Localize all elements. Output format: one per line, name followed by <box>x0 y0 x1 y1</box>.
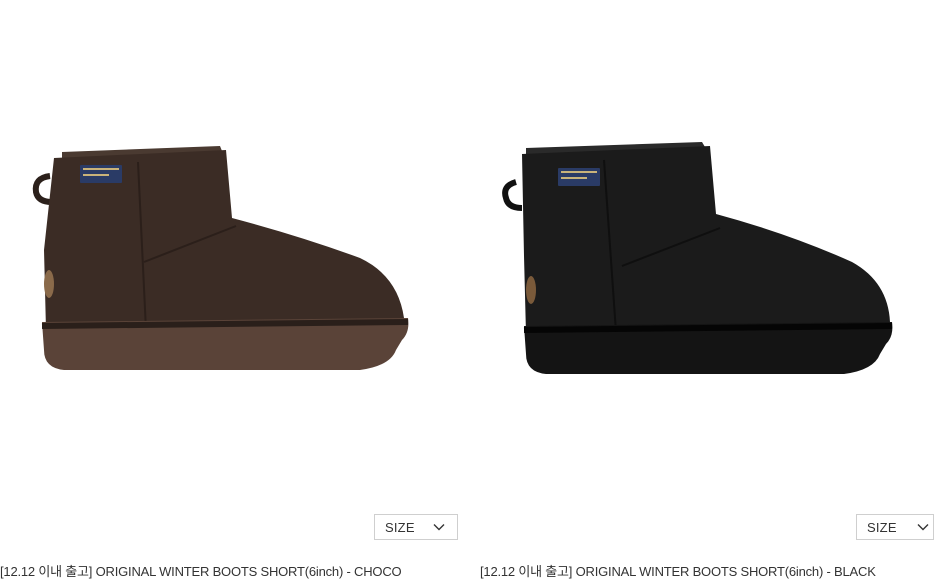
chevron-down-icon <box>917 524 929 531</box>
product-card: SIZE [12.12 이내 출고] ORIGINAL WINTER BOOTS… <box>480 0 934 585</box>
size-select[interactable]: SIZE <box>856 514 934 540</box>
product-image[interactable] <box>0 0 460 505</box>
boot-image <box>502 142 893 374</box>
product-image[interactable] <box>480 0 934 505</box>
product-name-link[interactable]: [12.12 이내 출고] ORIGINAL WINTER BOOTS SHOR… <box>0 561 402 580</box>
product-card: SIZE [12.12 이내 출고] ORIGINAL WINTER BOOTS… <box>0 0 460 585</box>
boot-image <box>32 146 409 370</box>
size-select-label: SIZE <box>385 519 415 535</box>
product-name-link[interactable]: [12.12 이내 출고] ORIGINAL WINTER BOOTS SHOR… <box>480 561 876 580</box>
size-select-label: SIZE <box>867 519 897 535</box>
size-select[interactable]: SIZE <box>374 514 458 540</box>
chevron-down-icon <box>433 524 445 531</box>
